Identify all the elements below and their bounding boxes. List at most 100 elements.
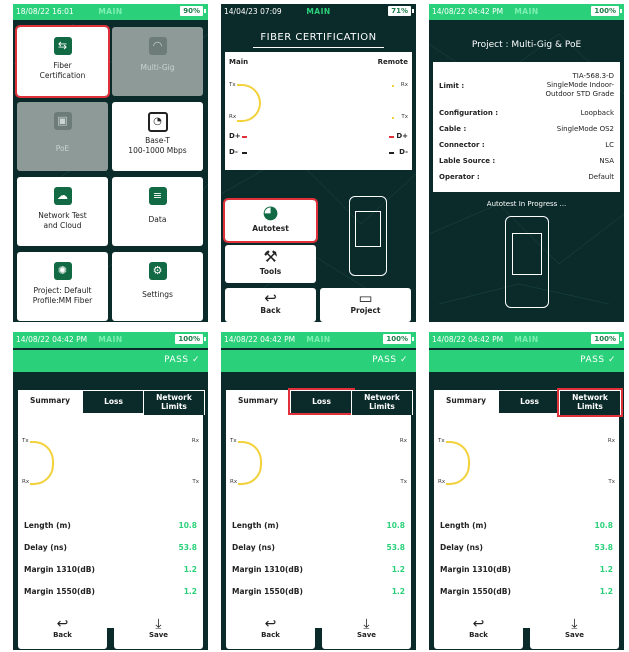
back-icon: ↩ xyxy=(56,616,69,632)
back-button[interactable]: ↩ Back xyxy=(434,615,523,649)
tab-network-limits[interactable]: Network Limits xyxy=(351,390,413,415)
fiber-loop xyxy=(446,441,470,485)
info-value: Loopback xyxy=(580,109,614,117)
wiremap-panel: Main Remote Tx Rx Rx Tx D+ D+ D- D- xyxy=(225,52,412,170)
save-button[interactable]: ⤓ Save xyxy=(530,615,619,649)
tab-summary[interactable]: Summary xyxy=(226,390,290,412)
rx-label: Rx xyxy=(438,479,446,485)
tools-label: Tools xyxy=(259,267,282,276)
project-label: Project xyxy=(350,306,381,315)
tile-fiber-certification[interactable]: ⇆ Fiber Certification xyxy=(15,25,110,98)
tx-label: Tx xyxy=(229,82,236,88)
project-button[interactable]: ▭ Project xyxy=(320,288,411,322)
speedometer-icon: ◔ xyxy=(147,112,168,132)
device-illustration xyxy=(505,216,549,308)
battery-indicator: 100% xyxy=(591,6,622,16)
page-title: FIBER CERTIFICATION xyxy=(260,32,377,43)
metric-row: Margin 1310(dB) 1.2 xyxy=(232,565,405,574)
info-value: SingleMode OS2 xyxy=(556,125,614,133)
back-button[interactable]: ↩ Back xyxy=(18,615,107,649)
battery-indicator: 71% xyxy=(388,6,414,16)
tile-poe[interactable]: ▣ PoE xyxy=(17,102,108,171)
tab-network-limits[interactable]: Network Limits xyxy=(557,388,623,417)
remote-dminus-label: D- xyxy=(399,148,408,156)
pass-banner: PASS ✓ xyxy=(429,350,624,372)
folder-icon: ▭ xyxy=(358,289,373,307)
tab-loss[interactable]: Loss xyxy=(288,388,355,415)
battery-indicator: 100% xyxy=(175,334,206,344)
info-value: LC xyxy=(605,141,614,149)
tile-network-test[interactable]: ☁ Network Test and Cloud xyxy=(17,177,108,246)
tab-summary[interactable]: Summary xyxy=(18,390,82,412)
tile-base-t[interactable]: ◔ Base-T 100-1000 Mbps xyxy=(112,102,203,171)
info-key: Cable : xyxy=(439,125,467,133)
pass-banner: PASS ✓ xyxy=(13,350,208,372)
autotest-progress-text: Autotest In Progress ... xyxy=(486,200,567,208)
back-label: Back xyxy=(260,306,281,315)
tab-loss[interactable]: Loss xyxy=(498,390,561,413)
pass-label: PASS ✓ xyxy=(164,355,200,365)
fiber-loop xyxy=(30,441,54,485)
save-button[interactable]: ⤓ Save xyxy=(322,615,411,649)
remote-tx-label: Tx xyxy=(608,479,615,485)
metric-row: Length (m) 10.8 xyxy=(24,521,197,530)
info-key: Limit : xyxy=(439,82,465,90)
tile-data[interactable]: ≡ Data xyxy=(112,177,203,246)
tools-icon: ⚒ xyxy=(263,247,278,266)
rx-label: Rx xyxy=(230,479,238,485)
main-label: Main xyxy=(229,58,249,66)
remote-rx-label: Rx xyxy=(191,438,199,444)
project-info-panel: Limit : TIA-568.3-D SingleMode Indoor- O… xyxy=(433,62,620,192)
results-card: Summary Loss Network Limits Tx Rx Rx Tx … xyxy=(18,390,205,628)
pass-label: PASS ✓ xyxy=(372,355,408,365)
device-screen xyxy=(512,233,542,275)
device-screen xyxy=(355,211,381,247)
autotest-button[interactable]: ◕ Autotest xyxy=(223,198,318,243)
save-button[interactable]: ⤓ Save xyxy=(114,615,203,649)
check-icon: ✓ xyxy=(191,355,200,365)
autotest-icon: ◕ xyxy=(262,202,279,223)
status-bar: 14/08/22 04:42 PM MAIN 100% xyxy=(429,4,624,20)
rx-label: Rx xyxy=(22,479,30,485)
back-button[interactable]: ↩ Back xyxy=(225,288,316,322)
remote-tx-label: Tx xyxy=(400,479,407,485)
battery-indicator: 100% xyxy=(383,334,414,344)
tab-loss[interactable]: Loss xyxy=(82,390,145,413)
tx-label: Tx xyxy=(438,438,445,444)
info-key: Lable Source : xyxy=(439,157,496,165)
status-bar: 14/04/23 07:09 MAIN 71% xyxy=(221,4,416,20)
status-bar: 14/08/22 04:42 PM MAIN 100% xyxy=(221,332,416,348)
back-icon: ↩ xyxy=(264,616,277,632)
screen-main-menu: 18/08/22 16:01 MAIN 90% ⇆ Fiber Certific… xyxy=(13,4,208,322)
remote-dplus-label: D+ xyxy=(396,132,408,140)
status-bar: 14/08/22 04:42 PM MAIN 100% xyxy=(429,332,624,348)
metric-row: Margin 1550(dB) 1.2 xyxy=(232,587,405,596)
gauge-icon: ◠ xyxy=(148,37,167,55)
tile-settings[interactable]: ⚙ Settings xyxy=(112,252,203,321)
tools-button[interactable]: ⚒ Tools xyxy=(225,245,316,283)
tile-project-profile[interactable]: ✺ Project: Default Profile:MM Fiber xyxy=(17,252,108,321)
metric-row: Margin 1550(dB) 1.2 xyxy=(24,587,197,596)
tab-network-limits[interactable]: Network Limits xyxy=(143,390,205,415)
tile-label: Network Test and Cloud xyxy=(38,211,87,230)
dplus-label: D+ xyxy=(229,132,241,140)
remote-label: Remote xyxy=(377,58,408,66)
tx-label: Tx xyxy=(230,438,237,444)
metric-row: Margin 1310(dB) 1.2 xyxy=(24,565,197,574)
screen-fiber-certification: 14/04/23 07:09 MAIN 71% FIBER CERTIFICAT… xyxy=(221,4,416,322)
info-value: TIA-568.3-D SingleMode Indoor- Outdoor S… xyxy=(545,72,614,98)
gear-icon: ⚙ xyxy=(148,262,167,280)
info-key: Operator : xyxy=(439,173,480,181)
poe-icon: ▣ xyxy=(53,112,72,130)
tile-label: Fiber Certification xyxy=(39,61,86,80)
back-button[interactable]: ↩ Back xyxy=(226,615,315,649)
status-bar: 18/08/22 16:01 MAIN 90% xyxy=(13,4,208,20)
tab-summary[interactable]: Summary xyxy=(434,390,498,412)
status-mode: MAIN xyxy=(98,7,123,16)
metric-row: Delay (ns) 53.8 xyxy=(232,543,405,552)
dplus-mark xyxy=(242,136,247,138)
pass-label: PASS ✓ xyxy=(580,355,616,365)
tile-multi-gig[interactable]: ◠ Multi-Gig xyxy=(112,27,203,96)
tile-label: Base-T 100-1000 Mbps xyxy=(128,136,187,155)
metric-row: Margin 1310(dB) 1.2 xyxy=(440,565,613,574)
